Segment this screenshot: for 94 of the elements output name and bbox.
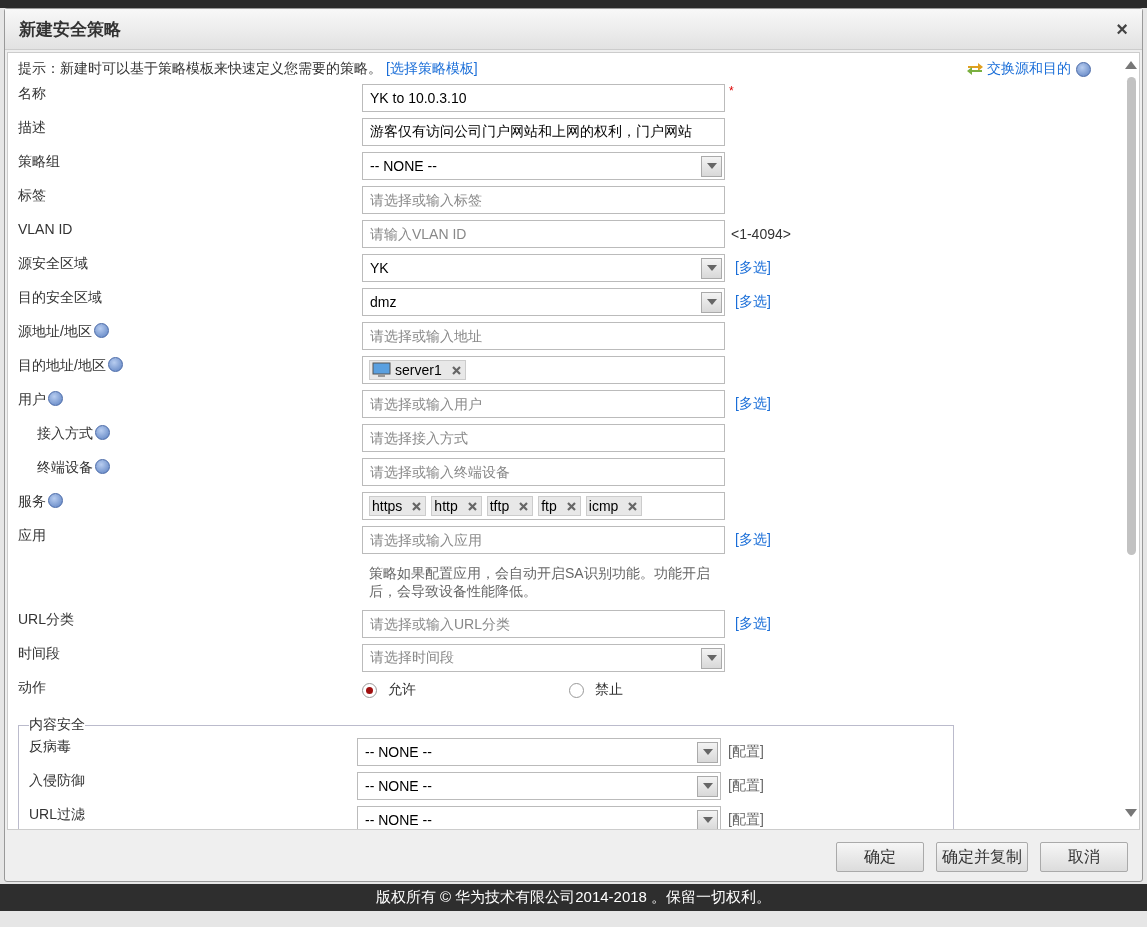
group-legend: 内容安全 — [29, 716, 85, 734]
dialog-title: 新建安全策略 — [19, 18, 121, 41]
dialog-button[interactable]: 取消 — [1040, 842, 1128, 872]
field-label: 策略组 — [18, 153, 60, 171]
dropdown-field[interactable]: 请选择时间段 — [362, 644, 725, 672]
radio-button[interactable] — [362, 682, 377, 698]
dropdown-field[interactable]: -- NONE -- — [357, 738, 721, 766]
tag-chip: tftp — [486, 496, 534, 516]
template-link[interactable]: [选择策略模板] — [385, 60, 478, 76]
field-label: URL过滤 — [29, 806, 86, 824]
dropdown-field[interactable]: dmz — [362, 288, 725, 316]
input-field[interactable]: 游客仅有访问公司门户网站和上网的权利，门户网站 — [362, 118, 725, 146]
dropdown-field[interactable]: -- NONE -- — [357, 806, 721, 829]
dropdown-field[interactable]: -- NONE -- — [357, 772, 721, 800]
field-label: URL分类 — [18, 611, 74, 629]
radio-label: 允许 — [388, 681, 416, 699]
scroll-thumb[interactable] — [1126, 77, 1136, 555]
configure-link[interactable]: [配置] — [728, 777, 764, 795]
hint-text: 提示：新建时可以基于策略模板来快速定义您需要的策略。 [选择策略模板] — [18, 60, 478, 78]
configure-link[interactable]: [配置] — [728, 811, 764, 829]
input-field[interactable]: 请选择或输入用户 — [362, 390, 725, 418]
remove-icon[interactable] — [566, 501, 576, 511]
field-label: 目的地址/地区 — [18, 357, 106, 375]
field-label: 终端设备 — [37, 459, 93, 477]
copyright-text: 版权所有 © 华为技术有限公司2014-2018 。保留一切权利。 — [375, 888, 772, 907]
configure-link[interactable]: [配置] — [728, 743, 764, 761]
input-field[interactable]: 请选择或输入地址 — [362, 322, 725, 350]
radio-button[interactable] — [569, 682, 584, 698]
range-hint: <1-4094> — [731, 226, 791, 242]
remove-icon[interactable] — [519, 501, 529, 511]
caret-icon — [702, 749, 713, 755]
multi-select-link[interactable]: [多选] — [735, 259, 771, 277]
field-label: 时间段 — [18, 645, 60, 663]
field-label: 反病毒 — [29, 738, 72, 756]
field-label: VLAN ID — [18, 221, 73, 237]
caret-icon — [702, 817, 713, 823]
dialog-button[interactable]: 确定并复制 — [936, 842, 1028, 872]
input-field[interactable]: 请选择接入方式 — [362, 424, 725, 452]
multi-select-link[interactable]: [多选] — [735, 395, 771, 413]
field-label: 服务 — [18, 493, 46, 511]
required-mark: * — [729, 84, 734, 98]
tag-input-field[interactable]: https http tftp ftp icmp — [362, 492, 725, 520]
radio-label: 禁止 — [595, 681, 623, 699]
input-field[interactable]: 请选择或输入标签 — [362, 186, 725, 214]
tag-chip: ftp — [538, 496, 581, 516]
input-field[interactable]: 请选择或输入URL分类 — [362, 610, 725, 638]
note-text: 策略如果配置应用，会自动开启SA识别功能。功能开启后，会导致设备性能降低。 — [368, 564, 711, 601]
caret-icon — [706, 655, 717, 661]
field-label: 应用 — [18, 527, 46, 545]
help-icon[interactable] — [107, 357, 123, 372]
field-label: 名称 — [18, 85, 46, 103]
tag-chip: server1 — [369, 360, 466, 380]
input-field[interactable]: 请输入VLAN ID — [362, 220, 725, 248]
swap-arrows-icon — [966, 62, 984, 76]
dropdown-field[interactable]: YK — [362, 254, 725, 282]
field-label: 入侵防御 — [29, 772, 86, 790]
multi-select-link[interactable]: [多选] — [735, 531, 771, 549]
field-label: 用户 — [18, 391, 46, 409]
dropdown-field[interactable]: -- NONE -- — [362, 152, 725, 180]
swap-link[interactable]: 交换源和目的 — [987, 60, 1071, 78]
tag-chip: https — [369, 496, 427, 516]
input-field[interactable]: 请选择或输入应用 — [362, 526, 725, 554]
remove-icon[interactable] — [451, 365, 461, 375]
field-label: 目的安全区域 — [18, 289, 102, 307]
field-label: 动作 — [18, 679, 46, 697]
help-icon[interactable] — [48, 391, 63, 406]
field-label: 接入方式 — [37, 425, 93, 443]
caret-icon — [702, 783, 713, 789]
caret-icon — [706, 299, 717, 305]
remove-icon[interactable] — [628, 501, 638, 511]
scroll-up-icon[interactable] — [1125, 61, 1137, 69]
field-label: 源地址/地区 — [18, 323, 92, 341]
dialog-button[interactable]: 确定 — [836, 842, 924, 872]
scroll-down-icon[interactable] — [1125, 809, 1137, 817]
help-icon[interactable] — [95, 425, 110, 440]
field-label: 源安全区域 — [18, 255, 88, 273]
close-button[interactable]: × — [1114, 17, 1130, 41]
help-icon[interactable] — [95, 459, 110, 474]
caret-icon — [706, 163, 717, 169]
help-icon[interactable] — [48, 493, 63, 508]
remove-icon[interactable] — [467, 501, 477, 511]
caret-icon — [706, 265, 717, 271]
tag-chip: icmp — [585, 496, 643, 516]
multi-select-link[interactable]: [多选] — [735, 615, 771, 633]
tag-chip: http — [431, 496, 482, 516]
multi-select-link[interactable]: [多选] — [735, 293, 771, 311]
remove-icon[interactable] — [412, 501, 422, 511]
input-field[interactable]: 请选择或输入终端设备 — [362, 458, 725, 486]
field-label: 标签 — [18, 187, 46, 205]
input-field[interactable]: YK to 10.0.3.10 — [362, 84, 725, 112]
field-label: 描述 — [18, 119, 46, 137]
help-icon[interactable] — [1076, 61, 1091, 77]
help-icon[interactable] — [93, 323, 109, 338]
tag-input-field[interactable]: server1 — [362, 356, 725, 384]
